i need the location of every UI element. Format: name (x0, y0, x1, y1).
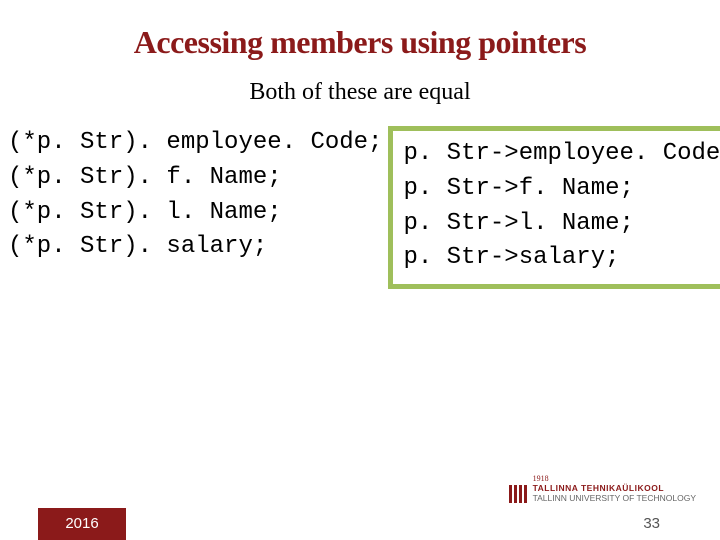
slide-subtitle: Both of these are equal (0, 79, 720, 106)
logo-bars-icon (509, 485, 527, 503)
logo-text: TALLINNA TEHNIKAÜLIKOOL TALLINN UNIVERSI… (533, 484, 696, 504)
code-comparison-row: (*p. Str). employee. Code; (*p. Str). f.… (0, 126, 720, 289)
footer-year: 2016 (38, 508, 126, 540)
logo-text-en: TALLINN UNIVERSITY OF TECHNOLOGY (533, 494, 696, 504)
slide-title: Accessing members using pointers (0, 0, 720, 61)
slide-footer: 2016 33 1918 TALLINNA TEHNIKAÜLIKOOL TAL… (0, 492, 720, 540)
logo-founding-year: 1918 (533, 474, 549, 483)
university-logo: 1918 TALLINNA TEHNIKAÜLIKOOL TALLINN UNI… (509, 484, 696, 504)
code-arrow-syntax-box: p. Str->employee. Code; p. Str->f. Name;… (388, 126, 720, 289)
code-dereference-syntax: (*p. Str). employee. Code; (*p. Str). f.… (8, 126, 382, 265)
code-arrow-syntax: p. Str->employee. Code; p. Str->f. Name;… (403, 137, 720, 276)
page-number: 33 (643, 515, 660, 532)
